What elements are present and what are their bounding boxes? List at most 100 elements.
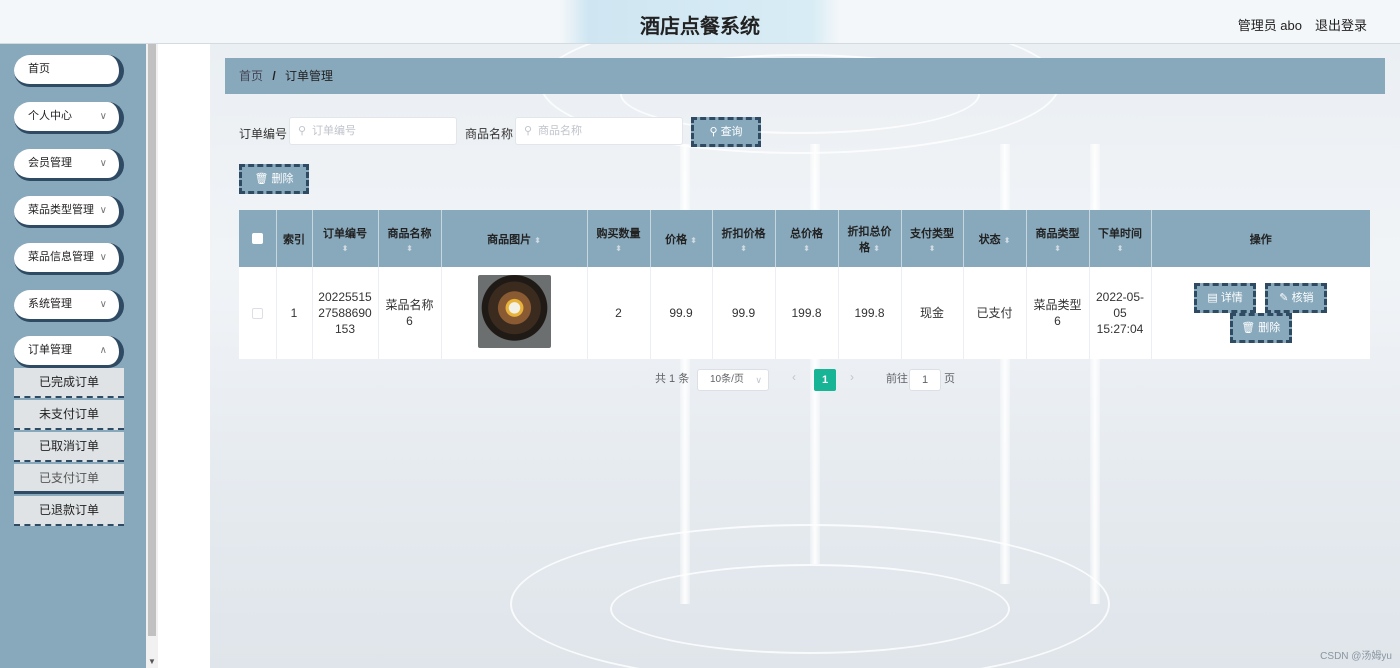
submenu-completed-orders[interactable]: 已完成订单 xyxy=(14,368,124,398)
column-header-total-price[interactable]: 总价格 ⬍ xyxy=(775,210,839,267)
order-no-input[interactable]: ⚲ 订单编号 xyxy=(289,117,457,145)
cell-index: 1 xyxy=(276,267,313,359)
submenu-refunded-orders[interactable]: 已退款订单 xyxy=(14,496,124,526)
select-all-checkbox-cell[interactable] xyxy=(239,210,277,267)
sidebar-item-profile[interactable]: 个人中心 ∨ xyxy=(14,102,124,134)
select-all-checkbox[interactable] xyxy=(251,233,263,245)
sort-icon[interactable]: ⬍ xyxy=(717,244,771,253)
column-header-category[interactable]: 商品类型 ⬍ xyxy=(1026,210,1090,267)
column-header-pay-type[interactable]: 支付类型 ⬍ xyxy=(901,210,964,267)
trash-icon: 🗑 xyxy=(254,173,269,185)
sidebar-gutter xyxy=(158,44,210,668)
sort-icon[interactable]: ⬍ xyxy=(690,236,697,245)
row-checkbox[interactable] xyxy=(251,308,263,320)
column-header-order-time[interactable]: 下单时间 ⬍ xyxy=(1089,210,1152,267)
submenu-unpaid-orders[interactable]: 未支付订单 xyxy=(14,400,124,430)
cell-status: 已支付 xyxy=(963,267,1027,359)
breadcrumb: 首页 / 订单管理 xyxy=(225,58,1385,94)
page-number-current[interactable]: 1 xyxy=(814,369,836,391)
cell-discount-price: 99.9 xyxy=(712,267,776,359)
sort-icon[interactable]: ⬍ xyxy=(906,244,959,253)
column-header-quantity[interactable]: 购买数量 ⬍ xyxy=(587,210,651,267)
page-size-select[interactable]: 10条/页 ∨ xyxy=(697,369,769,391)
chevron-down-icon: ∨ xyxy=(99,158,107,169)
sidebar-item-label: 会员管理 xyxy=(28,157,72,169)
sidebar-item-label: 首页 xyxy=(28,63,50,75)
breadcrumb-home[interactable]: 首页 xyxy=(239,69,263,83)
sort-icon[interactable]: ⬍ xyxy=(592,244,646,253)
batch-delete-button[interactable]: 🗑 删除 xyxy=(239,164,309,194)
cell-discount-total: 199.8 xyxy=(838,267,902,359)
sidebar-item-dish-types[interactable]: 菜品类型管理 ∨ xyxy=(14,196,124,228)
column-header-order-no[interactable]: 订单编号 ⬍ xyxy=(312,210,379,267)
order-no-label: 订单编号 xyxy=(239,127,288,141)
sidebar-item-dish-info[interactable]: 菜品信息管理 ∨ xyxy=(14,243,124,275)
edit-icon: ✎ xyxy=(1279,292,1289,304)
query-button[interactable]: ⚲ 查询 xyxy=(691,117,761,147)
search-icon: ⚲ xyxy=(709,126,718,138)
sidebar-item-home[interactable]: 首页 xyxy=(14,55,124,87)
column-header-status[interactable]: 状态 ⬍ xyxy=(963,210,1027,267)
cell-order-no: 2022551527588690153 xyxy=(312,267,379,359)
sort-icon[interactable]: ⬍ xyxy=(534,236,541,245)
admin-user-label: 管理员 abo xyxy=(1237,18,1302,33)
table-row: 1 2022551527588690153 菜品名称6 2 99.9 99.9 … xyxy=(239,267,1370,359)
sidebar-item-label: 订单管理 xyxy=(28,344,72,356)
column-header-product-image[interactable]: 商品图片 ⬍ xyxy=(441,210,588,267)
page-unit-label: 页 xyxy=(944,373,955,385)
cell-actions: ▤ 详情 ✎ 核销 🗑 删除 xyxy=(1151,267,1370,359)
goto-label: 前往 xyxy=(886,373,908,385)
sort-icon[interactable]: ⬍ xyxy=(1094,244,1147,253)
scroll-down-arrow-icon[interactable]: ▼ xyxy=(148,657,156,666)
chevron-down-icon: ∨ xyxy=(755,375,762,385)
trash-icon: 🗑 xyxy=(1241,322,1256,334)
batch-delete-label: 删除 xyxy=(271,173,294,185)
column-header-discount-price[interactable]: 折扣价格 ⬍ xyxy=(712,210,776,267)
column-header-product-name[interactable]: 商品名称 ⬍ xyxy=(378,210,442,267)
sidebar-item-orders[interactable]: 订单管理 ∧ xyxy=(14,336,124,368)
scrollbar-thumb[interactable] xyxy=(148,44,156,636)
sort-icon[interactable]: ⬍ xyxy=(317,244,374,253)
chevron-down-icon: ∨ xyxy=(99,252,107,263)
breadcrumb-current: 订单管理 xyxy=(285,69,334,83)
table-header-row: 索引 订单编号 ⬍ 商品名称 ⬍ 商品图片 ⬍ 购买数量 ⬍ 价格 ⬍ 折扣价格 ⬍ 总… xyxy=(239,210,1370,267)
orders-table: 索引 订单编号 ⬍ 商品名称 ⬍ 商品图片 ⬍ 购买数量 ⬍ 价格 ⬍ 折扣价格 ⬍ 总… xyxy=(239,210,1370,359)
top-header: 酒店点餐系统 管理员 abo 退出登录 xyxy=(0,0,1400,44)
detail-button[interactable]: ▤ 详情 xyxy=(1194,283,1257,313)
row-delete-button[interactable]: 🗑 删除 xyxy=(1229,313,1292,343)
column-header-price[interactable]: 价格 ⬍ xyxy=(650,210,713,267)
verify-button[interactable]: ✎ 核销 xyxy=(1265,283,1328,313)
page-size-value: 10条/页 xyxy=(710,374,744,385)
sort-icon[interactable]: ⬍ xyxy=(1031,244,1085,253)
cell-quantity: 2 xyxy=(587,267,651,359)
sort-icon[interactable]: ⬍ xyxy=(383,244,437,253)
sidebar-item-label: 个人中心 xyxy=(28,110,72,122)
pagination-total: 共 1 条 xyxy=(655,373,690,385)
order-no-placeholder: 订单编号 xyxy=(312,125,356,137)
breadcrumb-separator: / xyxy=(272,69,276,83)
sidebar-item-members[interactable]: 会员管理 ∨ xyxy=(14,149,124,181)
sidebar-item-label: 菜品类型管理 xyxy=(28,204,94,216)
column-header-index: 索引 xyxy=(276,210,313,267)
row-checkbox-cell[interactable] xyxy=(239,267,277,359)
sort-icon[interactable]: ⬍ xyxy=(873,244,880,253)
column-header-discount-total[interactable]: 折扣总价格 ⬍ xyxy=(838,210,902,267)
app-title: 酒店点餐系统 xyxy=(640,16,760,38)
query-button-label: 查询 xyxy=(720,126,743,138)
product-name-input[interactable]: ⚲ 商品名称 xyxy=(515,117,683,145)
submenu-paid-orders[interactable]: 已支付订单 xyxy=(14,464,124,494)
sidebar-scrollbar[interactable]: ▼ xyxy=(146,44,158,668)
next-page-icon[interactable]: › xyxy=(850,370,854,384)
cell-product-name: 菜品名称6 xyxy=(378,267,442,359)
product-image[interactable] xyxy=(477,274,551,348)
submenu-cancelled-orders[interactable]: 已取消订单 xyxy=(14,432,124,462)
goto-page-input[interactable]: 1 xyxy=(909,369,941,391)
sidebar-item-system[interactable]: 系统管理 ∨ xyxy=(14,290,124,322)
sort-icon[interactable]: ⬍ xyxy=(780,244,834,253)
prev-page-icon[interactable]: ‹ xyxy=(792,370,796,384)
document-icon: ▤ xyxy=(1207,292,1218,304)
chevron-down-icon: ∨ xyxy=(99,205,107,216)
logout-link[interactable]: 退出登录 xyxy=(1315,15,1367,34)
sort-icon[interactable]: ⬍ xyxy=(1004,236,1011,245)
cell-price: 99.9 xyxy=(650,267,713,359)
